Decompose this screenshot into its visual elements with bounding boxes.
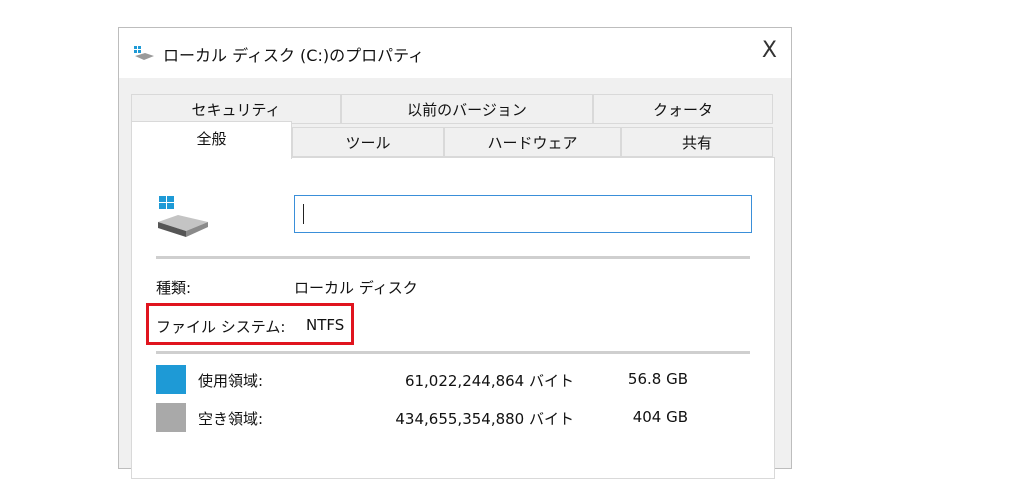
filesystem-label: ファイル システム: [156,318,286,336]
used-space-label: 使用領域: [198,372,264,390]
free-space-size: 404 GB [632,408,688,426]
free-space-bytes: 434,655,354,880 バイト [395,410,574,428]
drive-icon [133,45,155,65]
used-space-bytes: 61,022,244,864 バイト [404,372,574,390]
tab-security[interactable]: セキュリティ [131,94,341,124]
drive-name-input[interactable] [294,195,752,233]
tab-general[interactable]: 全般 [131,121,292,159]
separator [156,351,750,354]
close-button[interactable]: X [762,38,777,63]
type-value: ローカル ディスク [294,279,418,297]
general-panel: 種類: ローカル ディスク ファイル システム: NTFS 使用領域: 61,0… [131,157,775,479]
properties-dialog: ローカル ディスク (C:)のプロパティ X セキュリティ 以前のバージョン ク… [118,27,792,479]
drive-icon [156,196,212,242]
window-title: ローカル ディスク (C:)のプロパティ [163,46,425,65]
used-space-swatch [156,365,186,394]
tab-sharing[interactable]: 共有 [621,127,773,157]
separator [156,256,750,259]
free-space-label: 空き領域: [198,410,264,428]
filesystem-value: NTFS [306,316,345,334]
tab-quota[interactable]: クォータ [593,94,773,124]
title-bar: ローカル ディスク (C:)のプロパティ X [119,28,791,78]
used-space-size: 56.8 GB [627,370,688,388]
type-label: 種類: [156,279,192,297]
tab-hardware[interactable]: ハードウェア [444,127,621,157]
tab-tools[interactable]: ツール [292,127,444,157]
text-caret [303,204,304,224]
free-space-swatch [156,403,186,432]
tab-previous-versions[interactable]: 以前のバージョン [341,94,593,124]
